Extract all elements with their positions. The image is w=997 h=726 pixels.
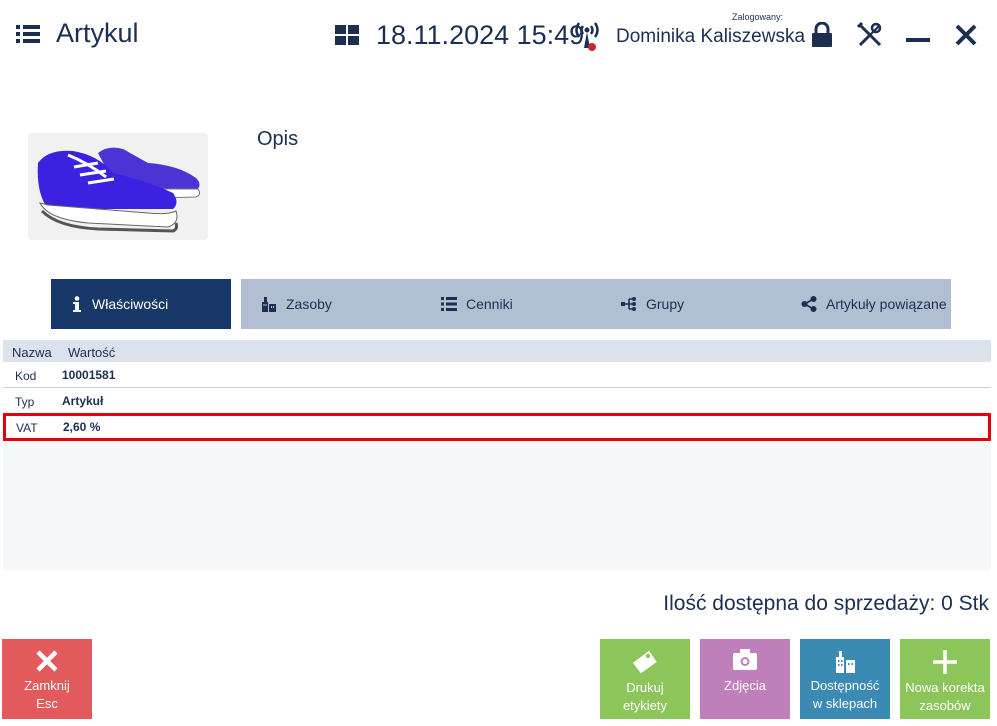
new-correction-label-line1: Nowa korekta bbox=[905, 680, 985, 695]
tab-related-articles[interactable]: Artykuły powiązane bbox=[781, 279, 951, 329]
print-label-line2: etykiety bbox=[622, 698, 668, 713]
new-correction-label-line2: zasobów bbox=[919, 698, 971, 713]
tab-label: Artykuły powiązane bbox=[826, 296, 947, 312]
close-icon[interactable] bbox=[955, 24, 977, 46]
store-availability-button[interactable]: Dostępność w sklepach bbox=[800, 639, 890, 719]
available-quantity-label: Ilość dostępna do sprzedaży: bbox=[663, 592, 936, 615]
sneaker-image bbox=[37, 147, 201, 233]
logged-in-caption: Zalogowany: bbox=[732, 12, 784, 22]
table-row-selected[interactable]: VAT 2,60 % bbox=[3, 413, 991, 441]
row-value: 10001581 bbox=[62, 368, 116, 382]
row-name: Typ bbox=[15, 395, 35, 409]
column-header-name[interactable]: Nazwa bbox=[12, 345, 52, 360]
print-labels-button[interactable]: Drukuj etykiety bbox=[600, 639, 690, 719]
tag-icon bbox=[633, 650, 657, 674]
buildings-icon bbox=[836, 651, 855, 673]
description-label: Opis bbox=[257, 128, 299, 150]
available-quantity: Ilość dostępna do sprzedaży: 0 Stk bbox=[663, 592, 989, 616]
close-button[interactable]: Zamknij Esc bbox=[2, 639, 92, 719]
print-label-line1: Drukuj bbox=[626, 680, 664, 695]
photos-label: Zdjęcia bbox=[724, 678, 766, 693]
tab-price-lists[interactable]: Cenniki bbox=[421, 279, 601, 329]
user-name: Dominika Kaliszewska bbox=[616, 26, 806, 47]
grid-header: Nazwa Wartość bbox=[3, 340, 991, 362]
close-label-line1: Zamknij bbox=[24, 678, 70, 693]
availability-label-line2: w sklepach bbox=[812, 696, 878, 711]
plus-icon bbox=[933, 650, 957, 674]
tab-stock[interactable]: Zasoby bbox=[241, 279, 421, 329]
available-quantity-value: 0 Stk bbox=[941, 592, 989, 615]
tab-label: Grupy bbox=[646, 296, 685, 312]
table-row[interactable]: Kod 10001581 bbox=[3, 362, 991, 388]
close-x-icon bbox=[36, 650, 58, 672]
tools-icon[interactable] bbox=[857, 22, 883, 48]
article-image bbox=[28, 133, 208, 240]
column-header-value[interactable]: Wartość bbox=[68, 345, 115, 360]
tab-label: Cenniki bbox=[466, 296, 513, 312]
list-icon bbox=[441, 297, 457, 311]
row-value: Artykuł bbox=[62, 394, 104, 408]
table-row[interactable]: Typ Artykuł bbox=[3, 388, 991, 414]
availability-label-line1: Dostępność bbox=[810, 678, 880, 693]
datetime: 18.11.2024 15:49 bbox=[376, 20, 585, 50]
lock-icon[interactable] bbox=[810, 22, 834, 48]
properties-grid: Nazwa Wartość Kod 10001581 Typ Artykuł V… bbox=[3, 340, 991, 570]
page-title: Artykul bbox=[56, 18, 139, 48]
photos-button[interactable]: Zdjęcia bbox=[700, 639, 790, 719]
menu-icon[interactable] bbox=[16, 25, 40, 43]
tab-label: Właściwości bbox=[92, 296, 169, 312]
camera-icon bbox=[733, 649, 757, 670]
row-name: VAT bbox=[16, 421, 38, 435]
tab-label: Zasoby bbox=[286, 296, 332, 312]
tab-groups[interactable]: Grupy bbox=[601, 279, 781, 329]
tiles-icon[interactable] bbox=[335, 25, 359, 45]
row-value: 2,60 % bbox=[63, 420, 101, 434]
header: Artykul 18.11.2024 15:49 Zalogowany: Dom… bbox=[0, 0, 997, 70]
warehouse-icon bbox=[262, 297, 276, 312]
tab-properties[interactable]: Właściwości bbox=[51, 279, 231, 329]
antenna-icon[interactable] bbox=[574, 20, 600, 52]
info-icon bbox=[73, 296, 81, 312]
new-stock-correction-button[interactable]: Nowa korekta zasobów bbox=[900, 639, 990, 719]
tree-icon bbox=[621, 297, 636, 311]
minimize-icon[interactable] bbox=[906, 38, 930, 44]
close-label-line2: Esc bbox=[36, 696, 58, 711]
row-name: Kod bbox=[15, 369, 37, 383]
share-icon bbox=[801, 296, 817, 312]
